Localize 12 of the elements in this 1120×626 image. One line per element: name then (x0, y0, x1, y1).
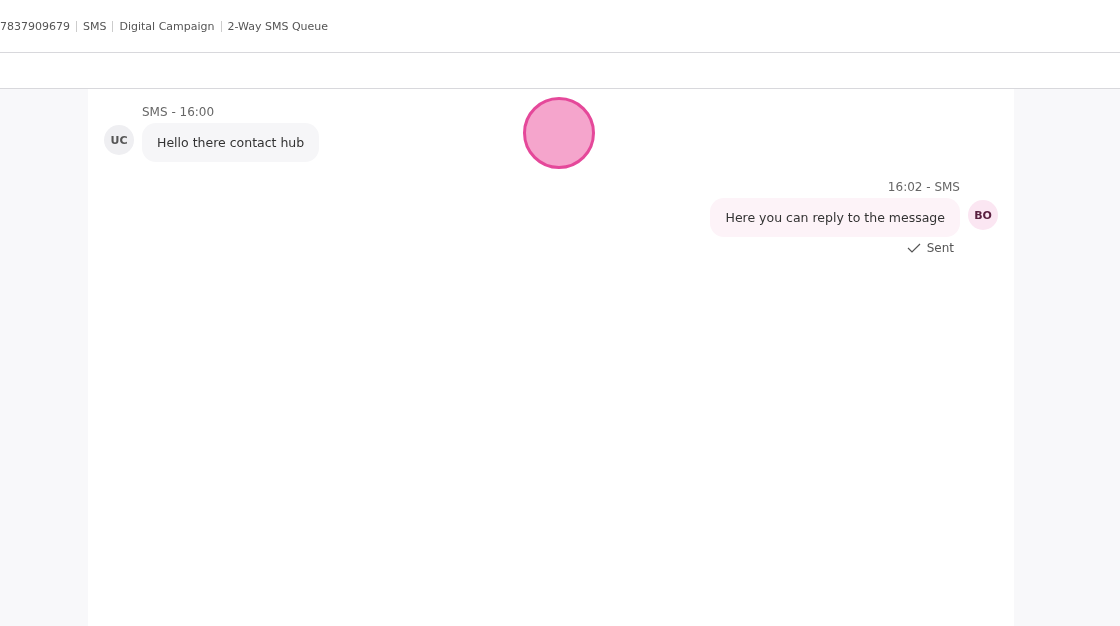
message-bubble: Here you can reply to the message (710, 198, 960, 237)
checkmark-icon (906, 243, 921, 253)
breadcrumb-item[interactable]: SMS (76, 20, 113, 32)
breadcrumb-item[interactable]: 7837909679 (0, 19, 76, 33)
breadcrumb-item[interactable]: 2-Way SMS Queue (220, 20, 335, 32)
avatar-initials: UC (104, 125, 134, 155)
message-timestamp: SMS - 16:00 (142, 105, 215, 119)
message-timestamp: 16:02 - SMS (887, 180, 960, 194)
avatar-initials: BO (968, 200, 998, 230)
breadcrumb-item[interactable]: Digital Campaign (112, 20, 221, 32)
message-bubble: Hello there contact hub (142, 123, 320, 162)
delivery-status: Sent (926, 241, 954, 255)
